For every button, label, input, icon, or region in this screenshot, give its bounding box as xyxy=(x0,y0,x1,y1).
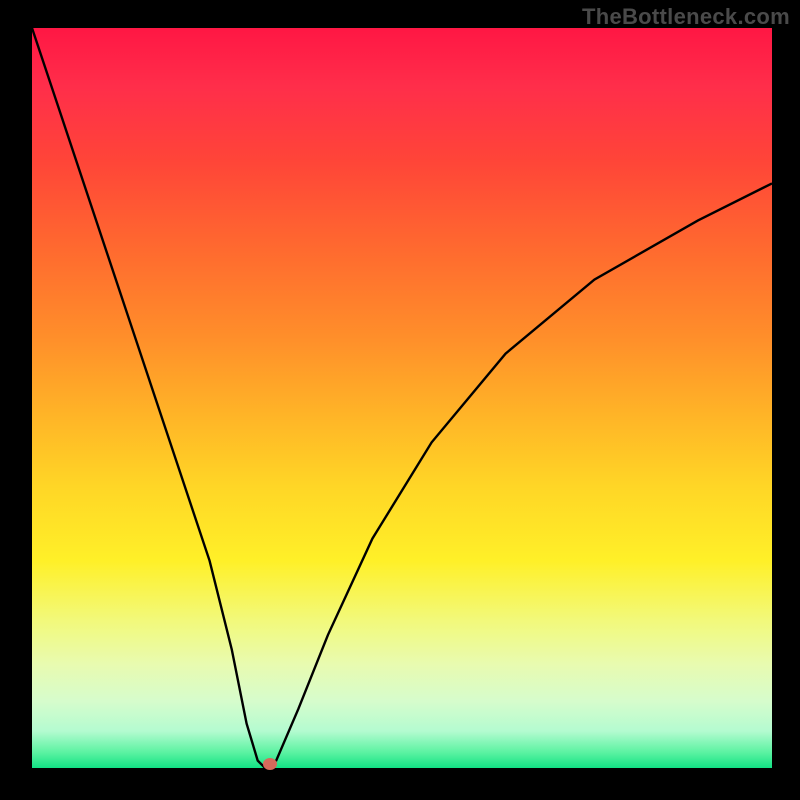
watermark-text: TheBottleneck.com xyxy=(582,4,790,30)
optimum-marker xyxy=(263,758,277,770)
bottleneck-curve-path xyxy=(32,28,772,768)
chart-frame: TheBottleneck.com xyxy=(0,0,800,800)
curve-svg xyxy=(32,28,772,768)
plot-area xyxy=(32,28,772,768)
